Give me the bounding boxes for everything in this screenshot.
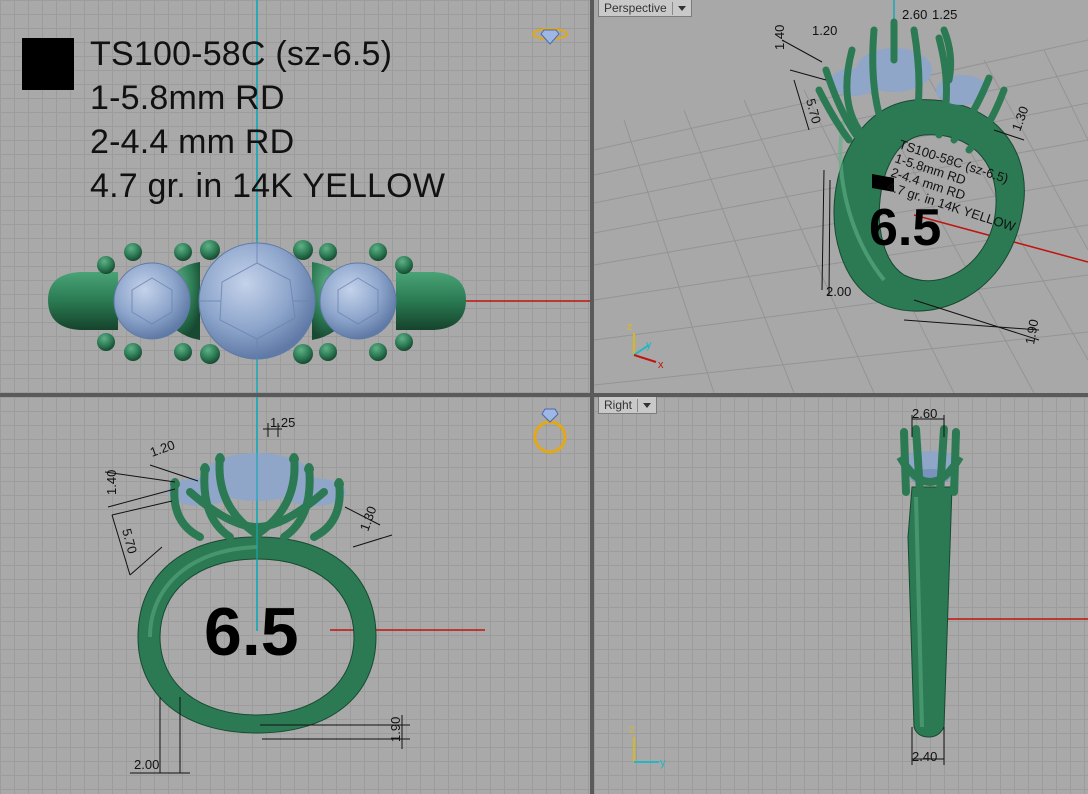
ring-icon	[533, 408, 567, 454]
persp-dim-130: 1.30	[1009, 104, 1032, 133]
ring-shank-right	[907, 486, 953, 738]
persp-dim-125: 1.25	[932, 7, 957, 22]
persp-ring-size: 6.5	[869, 199, 941, 257]
model-name: TS100-58C (sz-6.5)	[90, 35, 393, 73]
side-stone-right	[319, 262, 397, 340]
front-dim-570: 5.70	[119, 527, 140, 555]
chevron-down-icon	[677, 5, 686, 11]
svg-text:z: z	[627, 321, 633, 333]
persp-dim-120: 1.20	[812, 23, 837, 38]
front-dim-190: 1.90	[388, 717, 403, 742]
persp-dim-140: 1.40	[772, 25, 787, 50]
front-dim-140: 1.40	[104, 470, 119, 495]
front-dim-120: 1.20	[148, 437, 177, 460]
front-dim-125: 1.25	[270, 415, 295, 430]
side-stones-spec: 2-4.4 mm RD	[90, 123, 295, 161]
chevron-down-icon	[643, 402, 652, 408]
right-dim-240: 2.40	[912, 749, 937, 764]
center-stone-spec: 1-5.8mm RD	[90, 79, 285, 117]
viewport-perspective[interactable]: 6.5 TS100-58C (sz-6.5) 1-5.8mm RD 2-4.4 …	[594, 0, 1088, 393]
color-swatch	[22, 38, 74, 90]
svg-text:y: y	[660, 757, 666, 769]
axis-triad-persp: z y x	[627, 321, 664, 371]
shank-right	[396, 272, 466, 330]
front-dim-130: 1.30	[357, 504, 380, 533]
viewport-top[interactable]: TS100-58C (sz-6.5) 1-5.8mm RD 2-4.4 mm R…	[0, 0, 590, 393]
rhino-workspace: TS100-58C (sz-6.5) 1-5.8mm RD 2-4.4 mm R…	[0, 0, 1088, 794]
persp-dim-200: 2.00	[826, 284, 851, 299]
persp-dim-260: 2.60	[902, 7, 927, 22]
front-dim-200: 2.00	[134, 757, 159, 772]
weight-metal-spec: 4.7 gr. in 14K YELLOW	[90, 167, 446, 205]
shank-left	[48, 272, 118, 330]
viewport-right[interactable]: 2.60 2.40 z y Right	[594, 397, 1088, 794]
svg-text:z: z	[629, 724, 635, 736]
ring-spec-block: TS100-58C (sz-6.5) 1-5.8mm RD 2-4.4 mm R…	[90, 32, 445, 208]
svg-text:x: x	[658, 359, 664, 371]
right-dim-260: 2.60	[912, 406, 937, 421]
side-stone-left	[113, 262, 191, 340]
front-ring-size: 6.5	[204, 594, 299, 670]
axis-triad-right: z y	[629, 724, 666, 769]
right-view-canvas: 2.60 2.40 z y	[629, 406, 1088, 769]
right-viewport-label[interactable]: Right	[598, 397, 658, 414]
perspective-viewport-label[interactable]: Perspective	[598, 0, 692, 17]
viewport-front[interactable]: 1.25 1.20 1.40 5.70 1.30 1.90 2.00 6.5	[0, 397, 590, 794]
front-view-canvas: 1.25 1.20 1.40 5.70 1.30 1.90 2.00 6.5	[104, 397, 567, 774]
svg-text:y: y	[646, 339, 652, 351]
perspective-canvas: 6.5 TS100-58C (sz-6.5) 1-5.8mm RD 2-4.4 …	[594, 0, 1088, 393]
persp-dim-190: 1.90	[1022, 318, 1041, 346]
